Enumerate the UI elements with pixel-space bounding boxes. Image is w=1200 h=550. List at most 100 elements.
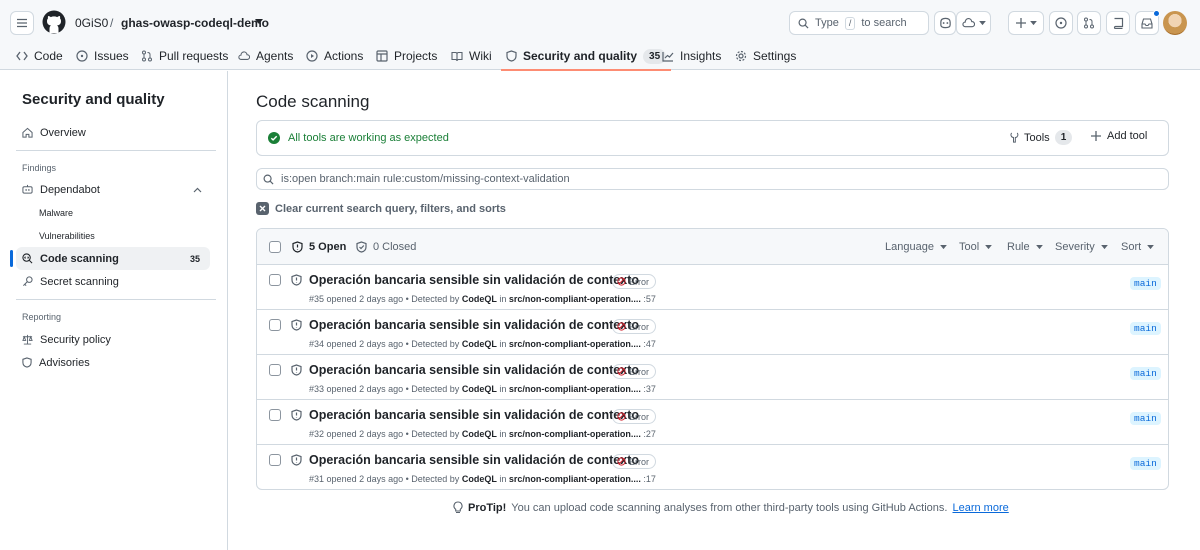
sidebar-item-malware[interactable]: Malware	[16, 201, 210, 224]
alert-title-link[interactable]: Operación bancaria sensible sin validaci…	[309, 273, 639, 287]
severity-badge: Error	[612, 409, 656, 424]
alert-in: in	[499, 474, 507, 484]
tab-insights[interactable]: Insights	[662, 42, 721, 70]
severity-badge: Error	[612, 274, 656, 289]
language-filter[interactable]: Language	[885, 241, 947, 253]
tool-filter[interactable]: Tool	[959, 241, 993, 253]
branch-label[interactable]: main	[1130, 277, 1161, 290]
branch-label[interactable]: main	[1130, 367, 1161, 380]
tools-status-banner: All tools are working as expected Tools …	[256, 120, 1169, 156]
tools-label: Tools	[1024, 131, 1050, 144]
copilot-button[interactable]	[934, 11, 956, 35]
alert-row[interactable]: Operación bancaria sensible sin validaci…	[257, 355, 1168, 400]
closed-filter[interactable]: 0 Closed	[356, 241, 416, 253]
tab-settings-label: Settings	[753, 49, 797, 63]
tab-actions[interactable]: Actions	[306, 42, 363, 70]
copilot-menu-button[interactable]	[956, 11, 991, 35]
repo-name-link[interactable]: ghas-owasp-codeql-demo	[121, 16, 269, 30]
sidebar-item-vulnerabilities[interactable]: Vulnerabilities	[16, 224, 210, 247]
alert-checkbox[interactable]	[269, 409, 281, 421]
branch-label[interactable]: main	[1130, 412, 1161, 425]
alerts-search-input[interactable]: is:open branch:main rule:custom/missing-…	[256, 168, 1169, 190]
alert-title-link[interactable]: Operación bancaria sensible sin validaci…	[309, 453, 639, 467]
sort-filter[interactable]: Sort	[1121, 241, 1155, 253]
alert-row[interactable]: Operación bancaria sensible sin validaci…	[257, 445, 1168, 489]
alert-checkbox[interactable]	[269, 454, 281, 466]
select-all-checkbox[interactable]	[269, 241, 281, 253]
branch-label[interactable]: main	[1130, 457, 1161, 470]
open-count: 5 Open	[309, 241, 347, 253]
shield-icon	[291, 364, 302, 376]
tab-pull-requests[interactable]: Pull requests	[141, 42, 228, 70]
alert-meta: #35 opened 2 days ago • Detected by Code…	[309, 294, 656, 304]
severity-label: Error	[629, 411, 649, 422]
alert-in: in	[499, 384, 507, 394]
menu-icon	[17, 18, 27, 28]
inbox-icon	[1141, 17, 1153, 29]
plus-icon	[1015, 18, 1026, 28]
global-search-input[interactable]: Type / to search	[789, 11, 929, 35]
tab-settings[interactable]: Settings	[735, 42, 796, 70]
user-avatar[interactable]	[1163, 11, 1187, 35]
tools-button[interactable]: Tools 1	[1008, 130, 1073, 145]
sidebar-item-security-policy[interactable]: Security policy	[16, 328, 210, 351]
create-new-button[interactable]	[1008, 11, 1044, 35]
sidebar-item-advisories[interactable]: Advisories	[16, 351, 210, 374]
issue-opened-icon	[1055, 17, 1067, 29]
tab-code[interactable]: Code	[16, 42, 63, 70]
tab-code-label: Code	[34, 49, 63, 63]
alert-row[interactable]: Operación bancaria sensible sin validaci…	[257, 265, 1168, 310]
issues-button[interactable]	[1049, 11, 1073, 35]
open-filter[interactable]: 5 Open	[292, 241, 346, 253]
branch-label[interactable]: main	[1130, 322, 1161, 335]
repositories-button[interactable]	[1106, 11, 1130, 35]
hamburger-menu-button[interactable]	[10, 11, 34, 35]
alert-title-link[interactable]: Operación bancaria sensible sin validaci…	[309, 408, 639, 422]
add-tool-button[interactable]: Add tool	[1091, 130, 1147, 142]
law-icon	[22, 334, 33, 345]
severity-badge: Error	[612, 454, 656, 469]
severity-filter[interactable]: Severity	[1055, 241, 1108, 253]
alert-file-path[interactable]: src/non-compliant-operation....	[509, 339, 641, 349]
sidebar-item-overview[interactable]: Overview	[16, 121, 210, 144]
tab-issues[interactable]: Issues	[76, 42, 129, 70]
github-logo-icon[interactable]	[42, 10, 66, 34]
pull-requests-button[interactable]	[1077, 11, 1101, 35]
tab-projects-label: Projects	[394, 49, 438, 63]
sort-filter-label: Sort	[1121, 241, 1142, 253]
alert-opened: opened 2 days ago	[326, 429, 404, 439]
tab-security-and-quality[interactable]: Security and quality 35	[500, 42, 672, 71]
tab-wiki[interactable]: Wiki	[451, 42, 492, 70]
sidebar-item-secret-scanning[interactable]: Secret scanning	[16, 270, 210, 293]
alert-opened: opened 2 days ago	[326, 294, 404, 304]
learn-more-link[interactable]: Learn more	[952, 502, 1008, 514]
book-icon	[451, 51, 463, 61]
alert-checkbox[interactable]	[269, 364, 281, 376]
rule-filter[interactable]: Rule	[1007, 241, 1043, 253]
notifications-button[interactable]	[1135, 10, 1160, 35]
triangle-down-icon[interactable]	[255, 19, 263, 25]
alert-file-path[interactable]: src/non-compliant-operation....	[509, 294, 641, 304]
tab-projects[interactable]: Projects	[376, 42, 437, 70]
stop-icon	[617, 367, 626, 376]
alert-file-path[interactable]: src/non-compliant-operation....	[509, 384, 641, 394]
sidebar-item-dependabot[interactable]: Dependabot	[16, 178, 210, 201]
alert-row[interactable]: Operación bancaria sensible sin validaci…	[257, 400, 1168, 445]
alert-file-path[interactable]: src/non-compliant-operation....	[509, 429, 641, 439]
chevron-up-icon[interactable]	[193, 187, 202, 193]
code-icon	[16, 51, 28, 61]
copilot-icon	[939, 17, 951, 29]
alert-title-link[interactable]: Operación bancaria sensible sin validaci…	[309, 318, 639, 332]
search-suffix-text: to search	[861, 17, 907, 29]
tab-agents[interactable]: Agents	[238, 42, 293, 70]
alert-checkbox[interactable]	[269, 319, 281, 331]
sidebar-item-code-scanning[interactable]: Code scanning 35	[10, 247, 210, 270]
alert-checkbox[interactable]	[269, 274, 281, 286]
alert-row[interactable]: Operación bancaria sensible sin validaci…	[257, 310, 1168, 355]
repo-owner-link[interactable]: 0GiS0	[75, 16, 108, 30]
protip-text: You can upload code scanning analyses fr…	[511, 501, 948, 514]
alert-file-path[interactable]: src/non-compliant-operation....	[509, 474, 641, 484]
alert-title-link[interactable]: Operación bancaria sensible sin validaci…	[309, 363, 639, 377]
unread-indicator	[1153, 10, 1160, 17]
clear-filters-button[interactable]: Clear current search query, filters, and…	[256, 202, 506, 215]
